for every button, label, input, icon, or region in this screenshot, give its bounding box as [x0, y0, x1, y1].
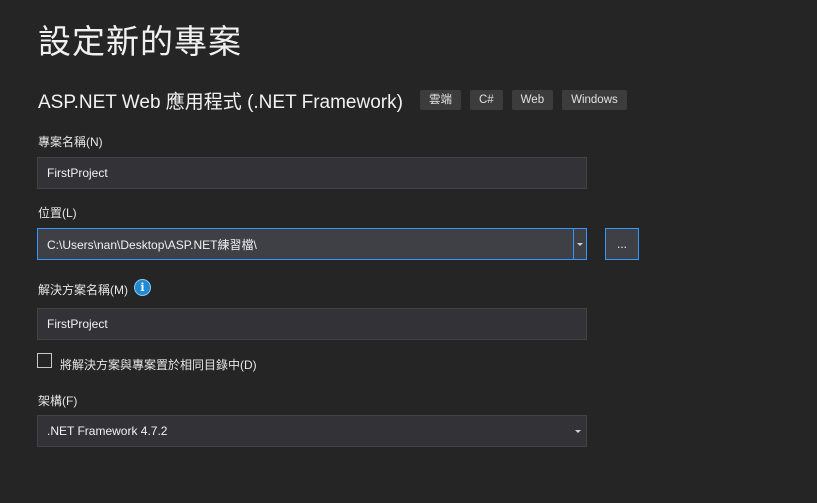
same-directory-checkbox[interactable]: [37, 353, 52, 368]
framework-label: 架構(F): [38, 394, 78, 408]
tag-csharp: C#: [469, 90, 503, 110]
tag-cloud: 雲端: [419, 90, 461, 110]
chevron-down-icon: [574, 429, 581, 433]
solution-name-value: FirstProject: [47, 317, 108, 331]
framework-value: .NET Framework 4.7.2: [47, 424, 168, 438]
solution-name-label: 解決方案名稱(M): [38, 283, 128, 297]
framework-select[interactable]: .NET Framework 4.7.2: [37, 415, 587, 447]
browse-button[interactable]: ...: [605, 228, 639, 260]
page-title: 設定新的專案: [38, 23, 242, 60]
tag-web: Web: [511, 90, 554, 110]
template-name: ASP.NET Web 應用程式 (.NET Framework): [38, 91, 403, 113]
solution-name-input[interactable]: FirstProject: [37, 308, 587, 340]
project-name-label: 專案名稱(N): [38, 135, 103, 149]
same-directory-label[interactable]: 將解決方案與專案置於相同目錄中(D): [60, 356, 257, 373]
location-dropdown-button[interactable]: [573, 229, 586, 259]
location-label: 位置(L): [38, 206, 77, 220]
project-name-value: FirstProject: [47, 166, 108, 180]
location-combobox[interactable]: C:\Users\nan\Desktop\ASP.NET練習檔\: [37, 228, 587, 260]
framework-dropdown-arrow: [571, 416, 584, 446]
template-header: ASP.NET Web 應用程式 (.NET Framework) 雲端 C# …: [38, 86, 636, 114]
template-tags: 雲端 C# Web Windows: [419, 90, 636, 110]
chevron-down-icon: [577, 242, 583, 246]
tag-windows: Windows: [562, 90, 627, 110]
info-icon[interactable]: i: [134, 279, 151, 296]
project-name-input[interactable]: FirstProject: [37, 157, 587, 189]
location-value: C:\Users\nan\Desktop\ASP.NET練習檔\: [47, 237, 257, 252]
